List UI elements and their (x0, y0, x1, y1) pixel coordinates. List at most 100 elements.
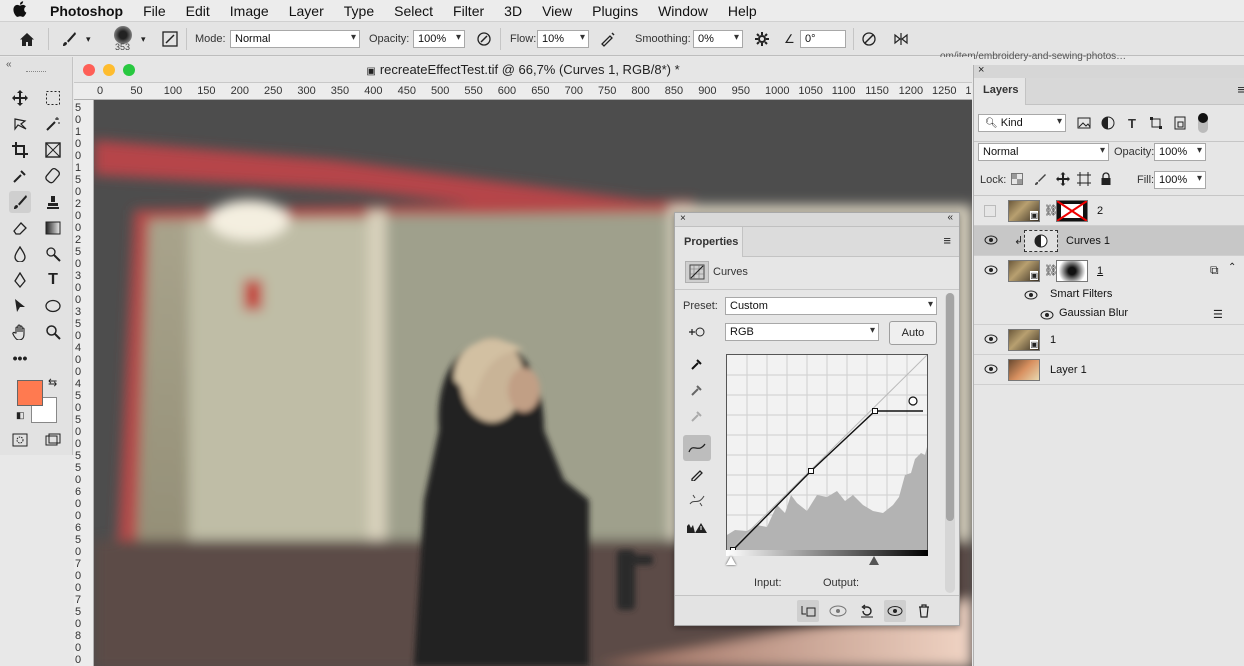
angle-input[interactable]: 0° (800, 30, 846, 48)
lock-artboard-icon[interactable] (1073, 168, 1095, 190)
layer-row-2[interactable]: ▣ ⛓︎ 2 (974, 196, 1244, 226)
healing-brush-icon[interactable] (42, 165, 64, 187)
smart-filters-row[interactable]: Smart Filters (974, 286, 1244, 305)
filter-adjustment-icon[interactable] (1097, 112, 1119, 134)
tab-layers[interactable]: Layers (974, 78, 1026, 105)
hand-tool-icon[interactable] (9, 321, 31, 343)
sample-black-point-icon[interactable] (686, 353, 708, 375)
sample-white-point-icon[interactable] (686, 405, 708, 427)
layer-row-1-smart[interactable]: ▣ ⛓︎ 1 ⧉ ⌃ (974, 256, 1244, 286)
visibility-toggle-off[interactable] (984, 205, 996, 217)
layer-thumbnail[interactable]: ▣ (1008, 329, 1040, 351)
layer-name[interactable]: Layer 1 (1050, 364, 1087, 376)
quick-mask-icon[interactable] (9, 429, 31, 451)
layer-thumbnail[interactable]: ▣ (1008, 200, 1040, 222)
airbrush-icon[interactable] (597, 28, 619, 50)
auto-button[interactable]: Auto (889, 321, 937, 345)
preset-select[interactable]: Custom (725, 297, 937, 315)
adjustment-thumbnail[interactable] (1024, 230, 1058, 252)
menu-photoshop[interactable]: Photoshop (40, 3, 133, 19)
layer-thumbnail[interactable] (1008, 359, 1040, 381)
minimize-window-button[interactable] (103, 64, 115, 76)
view-previous-state-icon[interactable] (827, 600, 849, 622)
blend-mode-select[interactable]: Normal (978, 143, 1109, 161)
lasso-tool-icon[interactable] (9, 113, 31, 135)
filter-smart-object-icon[interactable] (1169, 112, 1191, 134)
brush-settings-icon[interactable] (159, 28, 181, 50)
dodge-tool-icon[interactable] (42, 243, 64, 265)
fill-input[interactable]: 100% (1154, 171, 1206, 189)
smart-filter-mask-thumbnail[interactable] (1056, 260, 1088, 282)
eyedropper-tool-icon[interactable] (9, 165, 31, 187)
menu-window[interactable]: Window (648, 3, 718, 19)
edit-points-curve-icon[interactable] (683, 435, 711, 461)
menu-help[interactable]: Help (718, 3, 767, 19)
filter-toggle-switch[interactable] (1198, 113, 1208, 133)
crop-tool-icon[interactable] (9, 139, 31, 161)
layer-filter-kind-select[interactable]: 🔍︎ Kind (978, 114, 1066, 132)
filter-pixel-icon[interactable] (1073, 112, 1095, 134)
gradient-tool-icon[interactable] (42, 217, 64, 239)
collapse-panel-icon[interactable]: « (947, 212, 953, 223)
grip-handle[interactable] (26, 71, 46, 74)
magic-wand-icon[interactable] (42, 113, 64, 135)
menu-filter[interactable]: Filter (443, 3, 494, 19)
menu-edit[interactable]: Edit (176, 3, 220, 19)
panel-header-strip[interactable]: × « (675, 212, 959, 227)
clip-to-layer-icon[interactable] (797, 600, 819, 622)
eye-icon[interactable] (984, 364, 998, 374)
document-titlebar[interactable]: ▣ recreateEffectTest.tif @ 66,7% (Curves … (74, 57, 972, 83)
opacity-input[interactable]: 100% (413, 30, 465, 48)
brush-picker-chevron-icon[interactable]: ▾ (141, 34, 146, 45)
lock-transparent-pixels-icon[interactable] (1006, 168, 1028, 190)
layer-name[interactable]: 1 (1050, 334, 1056, 346)
chevron-down-icon[interactable]: ▾ (86, 34, 91, 45)
filter-shape-icon[interactable] (1145, 112, 1167, 134)
flow-input[interactable]: 10% (537, 30, 589, 48)
move-tool-icon[interactable] (9, 87, 31, 109)
toggle-visibility-icon[interactable] (884, 600, 906, 622)
layer-name[interactable]: 1 (1097, 265, 1103, 277)
sample-gray-point-icon[interactable] (686, 379, 708, 401)
eye-icon[interactable] (1040, 310, 1054, 320)
curves-graph[interactable] (726, 354, 928, 554)
lock-position-icon[interactable] (1052, 168, 1074, 190)
eye-icon[interactable] (984, 334, 998, 344)
filter-blending-options-icon[interactable]: ☰ (1213, 308, 1223, 321)
lock-image-pixels-icon[interactable] (1029, 168, 1051, 190)
smooth-curve-icon[interactable] (686, 489, 708, 511)
foreground-color-swatch[interactable] (17, 380, 43, 406)
gaussian-blur-row[interactable]: Gaussian Blur ☰ (974, 305, 1244, 325)
eye-icon[interactable] (1024, 290, 1038, 300)
panel-menu-icon[interactable]: ≡ (943, 233, 951, 248)
pressure-opacity-icon[interactable] (473, 28, 495, 50)
clipping-warning-icon[interactable] (684, 517, 710, 539)
eraser-tool-icon[interactable] (9, 217, 31, 239)
menu-plugins[interactable]: Plugins (582, 3, 648, 19)
panel-menu-icon[interactable]: ≡ (1237, 82, 1244, 97)
ellipse-tool-icon[interactable] (42, 295, 64, 317)
eye-icon[interactable] (984, 265, 998, 275)
apple-menu-icon[interactable] (0, 0, 40, 21)
filter-type-icon[interactable]: T (1121, 112, 1143, 134)
layer-row-layer-1[interactable]: Layer 1 (974, 355, 1244, 385)
zoom-tool-icon[interactable] (42, 321, 64, 343)
brush-tool-icon[interactable] (58, 28, 80, 50)
scrollbar-track[interactable] (945, 293, 955, 593)
filter-name[interactable]: Gaussian Blur (1059, 307, 1128, 319)
frame-tool-icon[interactable] (42, 139, 64, 161)
white-point-slider[interactable] (869, 556, 879, 565)
ruler-vertical[interactable]: 5010015020025030035040045050055060065070… (74, 100, 94, 666)
ruler-horizontal[interactable]: 0 50 100 150 200 250 300 350 400 450 500 550 600 650 7… (74, 83, 972, 100)
menu-file[interactable]: File (133, 3, 176, 19)
clone-stamp-icon[interactable] (42, 191, 64, 213)
brush-tool-icon[interactable] (9, 191, 31, 213)
default-colors-icon[interactable]: ◧ (16, 410, 25, 421)
tab-properties[interactable]: Properties (675, 227, 743, 257)
marquee-tool-icon[interactable] (42, 87, 64, 109)
collapse-effects-chevron-icon[interactable]: ⌃ (1228, 262, 1236, 273)
pen-tool-icon[interactable] (9, 269, 31, 291)
zoom-window-button[interactable] (123, 64, 135, 76)
screen-mode-icon[interactable] (42, 429, 64, 451)
layer-opacity-input[interactable]: 100% (1154, 143, 1206, 161)
